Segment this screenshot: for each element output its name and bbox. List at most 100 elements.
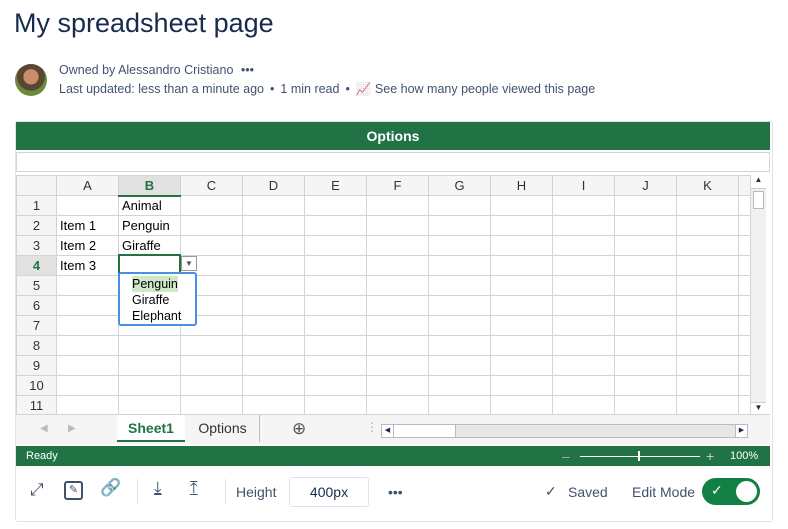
next-sheet-icon[interactable]: ▶: [68, 423, 76, 434]
cell[interactable]: [242, 255, 305, 276]
cell[interactable]: [56, 375, 119, 396]
cell[interactable]: [676, 295, 739, 316]
formula-bar[interactable]: [16, 152, 770, 172]
cell[interactable]: [738, 395, 751, 416]
scroll-thumb[interactable]: [753, 191, 764, 209]
cell[interactable]: [366, 215, 429, 236]
zoom-slider-thumb[interactable]: [638, 451, 640, 461]
cell[interactable]: [614, 235, 677, 256]
column-header[interactable]: C: [180, 175, 243, 196]
cell[interactable]: [366, 195, 429, 216]
cell[interactable]: [56, 355, 119, 376]
row-header[interactable]: 9: [16, 355, 57, 376]
cell[interactable]: [676, 375, 739, 396]
cell[interactable]: [676, 215, 739, 236]
avatar[interactable]: [15, 64, 47, 96]
column-header[interactable]: A: [56, 175, 119, 196]
cell[interactable]: [738, 215, 751, 236]
cell[interactable]: [676, 355, 739, 376]
column-header[interactable]: D: [242, 175, 305, 196]
cell[interactable]: [304, 275, 367, 296]
cell[interactable]: [552, 375, 615, 396]
vertical-scrollbar[interactable]: ▲ ▼: [750, 175, 766, 416]
cell[interactable]: [428, 275, 491, 296]
cell[interactable]: [366, 315, 429, 336]
scroll-left-icon[interactable]: ◀: [382, 425, 394, 437]
row-header[interactable]: 3: [16, 235, 57, 256]
cell[interactable]: [242, 275, 305, 296]
zoom-out-button[interactable]: –: [562, 446, 570, 466]
column-header[interactable]: F: [366, 175, 429, 196]
cell[interactable]: [552, 235, 615, 256]
cell[interactable]: [738, 295, 751, 316]
cell[interactable]: [428, 315, 491, 336]
cell[interactable]: [366, 375, 429, 396]
cell[interactable]: Animal: [118, 195, 181, 216]
cell[interactable]: [490, 215, 553, 236]
cell[interactable]: [614, 315, 677, 336]
cell[interactable]: [304, 215, 367, 236]
cell[interactable]: [490, 355, 553, 376]
cell[interactable]: Item 1: [56, 215, 119, 236]
cell[interactable]: [366, 235, 429, 256]
cell[interactable]: [428, 255, 491, 276]
row-header[interactable]: 10: [16, 375, 57, 396]
cell[interactable]: [242, 195, 305, 216]
cell[interactable]: [614, 335, 677, 356]
cell[interactable]: [738, 335, 751, 356]
cell[interactable]: [366, 355, 429, 376]
column-header[interactable]: K: [676, 175, 739, 196]
cell[interactable]: [738, 375, 751, 396]
column-header[interactable]: H: [490, 175, 553, 196]
cell[interactable]: [738, 255, 751, 276]
more-options-button[interactable]: •••: [388, 484, 403, 500]
tab-options[interactable]: Options: [186, 415, 260, 442]
cell[interactable]: [614, 375, 677, 396]
zoom-slider[interactable]: [580, 456, 700, 457]
cell[interactable]: [490, 255, 553, 276]
row-header[interactable]: 1: [16, 195, 57, 216]
cell[interactable]: [242, 215, 305, 236]
column-header[interactable]: G: [428, 175, 491, 196]
cell[interactable]: [180, 195, 243, 216]
dropdown-option[interactable]: Giraffe: [132, 292, 195, 308]
cell[interactable]: [304, 195, 367, 216]
row-header[interactable]: 5: [16, 275, 57, 296]
cell[interactable]: Item 3: [56, 255, 119, 276]
column-header[interactable]: [738, 175, 751, 196]
cell[interactable]: [614, 215, 677, 236]
cell[interactable]: [242, 355, 305, 376]
cell[interactable]: [552, 195, 615, 216]
splitter-handle[interactable]: ⋮: [366, 420, 378, 434]
cell[interactable]: [56, 195, 119, 216]
cell[interactable]: [428, 295, 491, 316]
cell[interactable]: [428, 235, 491, 256]
cell[interactable]: [242, 315, 305, 336]
horizontal-scrollbar[interactable]: ◀ ▶: [381, 424, 748, 438]
cell[interactable]: [180, 375, 243, 396]
cell[interactable]: [738, 355, 751, 376]
dropdown-arrow-icon[interactable]: ▼: [181, 256, 197, 271]
scroll-up-icon[interactable]: ▲: [751, 175, 766, 189]
scroll-right-icon[interactable]: ▶: [735, 425, 747, 437]
cell[interactable]: [552, 315, 615, 336]
cell[interactable]: [552, 395, 615, 416]
cell[interactable]: [552, 255, 615, 276]
cell[interactable]: [676, 195, 739, 216]
cell[interactable]: Item 2: [56, 235, 119, 256]
cell[interactable]: [614, 255, 677, 276]
cell[interactable]: [428, 195, 491, 216]
cell[interactable]: [738, 315, 751, 336]
cell[interactable]: [304, 355, 367, 376]
cell[interactable]: Giraffe: [118, 235, 181, 256]
row-header[interactable]: 7: [16, 315, 57, 336]
cell[interactable]: [56, 315, 119, 336]
cell[interactable]: [56, 275, 119, 296]
cell[interactable]: [180, 355, 243, 376]
column-header[interactable]: E: [304, 175, 367, 196]
cell[interactable]: [738, 195, 751, 216]
cell[interactable]: [676, 315, 739, 336]
cell[interactable]: [738, 235, 751, 256]
cell[interactable]: [180, 215, 243, 236]
cell[interactable]: [552, 335, 615, 356]
